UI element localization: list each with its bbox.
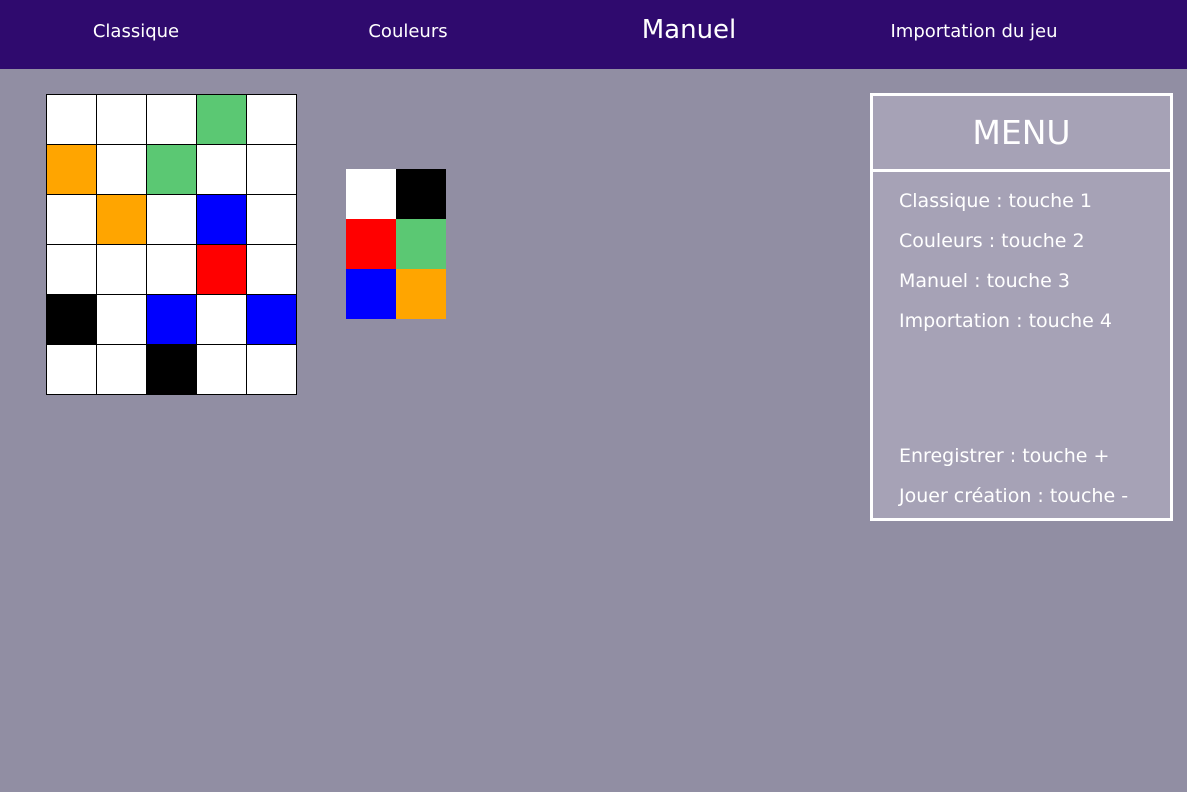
board-cell-r4-c2[interactable]	[147, 295, 197, 345]
menu-line-couleurs: Couleurs : touche 2	[899, 230, 1085, 252]
board-cell-r3-c4[interactable]	[247, 245, 297, 295]
board-cell-r1-c1[interactable]	[97, 145, 147, 195]
board-cell-r5-c4[interactable]	[247, 345, 297, 395]
nav-tab-manuel[interactable]: Manuel	[642, 0, 737, 64]
palette-swatch-white[interactable]	[346, 169, 396, 219]
board-cell-r2-c0[interactable]	[47, 195, 97, 245]
board-cell-r5-c0[interactable]	[47, 345, 97, 395]
menu-line-jouer-creation: Jouer création : touche -	[899, 485, 1129, 507]
game-board	[46, 94, 297, 395]
color-palette	[346, 169, 446, 319]
menu-line-classique: Classique : touche 1	[899, 190, 1092, 212]
board-cell-r5-c2[interactable]	[147, 345, 197, 395]
board-cell-r3-c2[interactable]	[147, 245, 197, 295]
board-cell-r3-c3[interactable]	[197, 245, 247, 295]
board-cell-r0-c0[interactable]	[47, 95, 97, 145]
nav-tab-classique[interactable]: Classique	[93, 0, 179, 64]
board-cell-r2-c4[interactable]	[247, 195, 297, 245]
board-cell-r1-c0[interactable]	[47, 145, 97, 195]
board-cell-r4-c1[interactable]	[97, 295, 147, 345]
menu-title: MENU	[870, 93, 1173, 169]
top-nav-bar: Classique Couleurs Manuel Importation du…	[0, 0, 1187, 69]
board-cell-r1-c3[interactable]	[197, 145, 247, 195]
board-cell-r3-c0[interactable]	[47, 245, 97, 295]
menu-line-enregistrer: Enregistrer : touche +	[899, 445, 1110, 467]
board-cell-r0-c4[interactable]	[247, 95, 297, 145]
board-cell-r2-c3[interactable]	[197, 195, 247, 245]
board-cell-r0-c1[interactable]	[97, 95, 147, 145]
palette-swatch-black[interactable]	[396, 169, 446, 219]
board-cell-r2-c2[interactable]	[147, 195, 197, 245]
nav-tab-importation[interactable]: Importation du jeu	[890, 0, 1057, 64]
board-cell-r5-c3[interactable]	[197, 345, 247, 395]
menu-line-importation: Importation : touche 4	[899, 310, 1112, 332]
board-cell-r0-c2[interactable]	[147, 95, 197, 145]
board-cell-r1-c2[interactable]	[147, 145, 197, 195]
board-cell-r4-c4[interactable]	[247, 295, 297, 345]
palette-swatch-green[interactable]	[396, 219, 446, 269]
board-cell-r4-c0[interactable]	[47, 295, 97, 345]
menu-line-manuel: Manuel : touche 3	[899, 270, 1070, 292]
palette-swatch-red[interactable]	[346, 219, 396, 269]
board-cell-r1-c4[interactable]	[247, 145, 297, 195]
palette-swatch-orange[interactable]	[396, 269, 446, 319]
palette-swatch-blue[interactable]	[346, 269, 396, 319]
board-cell-r4-c3[interactable]	[197, 295, 247, 345]
menu-panel: Classique : touche 1 Couleurs : touche 2…	[870, 169, 1173, 521]
board-cell-r2-c1[interactable]	[97, 195, 147, 245]
board-cell-r0-c3[interactable]	[197, 95, 247, 145]
nav-tab-couleurs[interactable]: Couleurs	[368, 0, 447, 64]
board-cell-r3-c1[interactable]	[97, 245, 147, 295]
board-cell-r5-c1[interactable]	[97, 345, 147, 395]
